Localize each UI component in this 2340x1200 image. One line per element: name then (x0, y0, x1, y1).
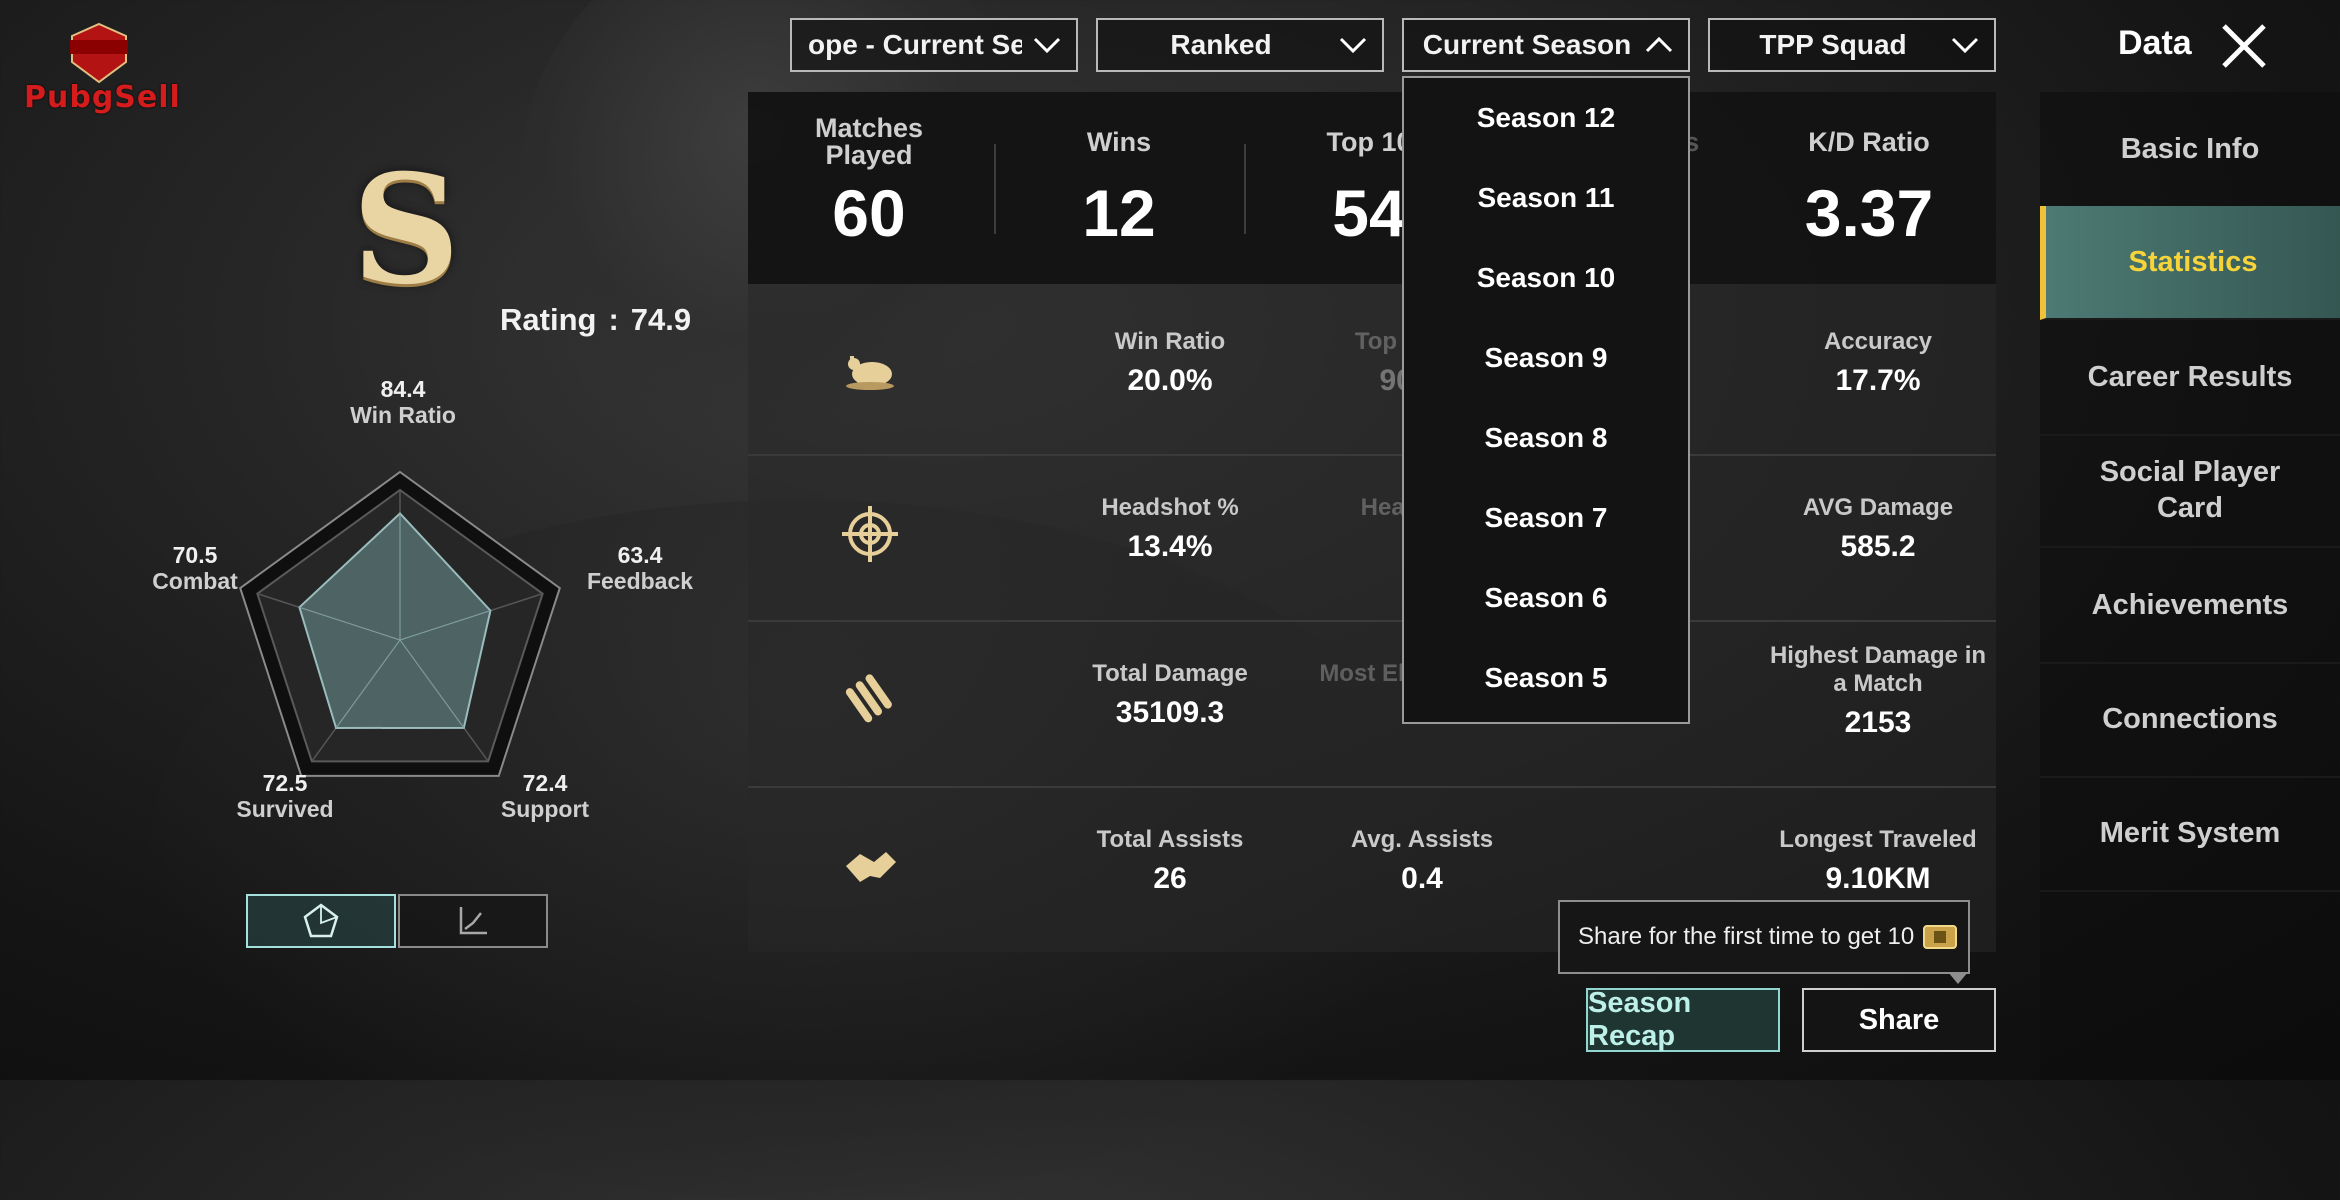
stat-wins: Wins 12 (1082, 126, 1156, 250)
squad-select-value: TPP Squad (1759, 29, 1907, 60)
rating: Rating:74.9 (500, 302, 691, 338)
divider (994, 144, 996, 234)
tooltip-pointer (1948, 972, 1968, 984)
rating-value: 74.9 (630, 302, 692, 337)
rating-separator: : (608, 302, 619, 337)
stat-headshot-percent: Headshot % 13.4% (1101, 494, 1239, 563)
stat-avg-assists: Avg. Assists 0.4 (1350, 826, 1494, 895)
line-chart-icon (459, 907, 487, 935)
season-option[interactable]: Season 7 (1404, 478, 1688, 558)
page-title: Data (2118, 24, 2192, 62)
stat-win-ratio: Win Ratio 20.0% (1114, 328, 1226, 397)
season-select-value: Current Season (1422, 29, 1632, 60)
nav-social-player-card[interactable]: Social Player Card (2040, 434, 2340, 548)
chevron-up-icon (1645, 36, 1673, 53)
chicken-icon (846, 356, 894, 390)
close-icon[interactable] (2218, 20, 2270, 72)
mode-select-value: ope - Current Ser (808, 29, 1022, 60)
trend-view-button[interactable] (398, 894, 548, 948)
tooltip-text: Share for the first time to get 10 (1578, 923, 1915, 950)
radar-view-button[interactable] (246, 894, 396, 948)
season-option[interactable]: Season 10 (1404, 238, 1688, 318)
stat-accuracy: Accuracy 17.7% (1823, 328, 1933, 397)
stat-row: Win Ratio20.0% Top 10 Rate90.0% Accuracy… (748, 288, 1996, 456)
share-button[interactable]: Share (1802, 988, 1996, 1052)
crosshair-icon (842, 506, 898, 562)
nav-basic-info[interactable]: Basic Info (2040, 92, 2340, 208)
nav-career-results[interactable]: Career Results (2040, 320, 2340, 436)
stat-kd-ratio: K/D Ratio 3.37 (1804, 126, 1934, 250)
nav-connections[interactable]: Connections (2040, 662, 2340, 778)
ammo-icon (845, 674, 892, 723)
stat-matches-played: Matches Played 60 (814, 113, 924, 250)
season-option[interactable]: Season 5 (1404, 638, 1688, 718)
season-option[interactable]: Season 9 (1404, 318, 1688, 398)
season-option[interactable]: Season 6 (1404, 558, 1688, 638)
radar-label-survived: 72.5 Survived (236, 770, 334, 822)
stat-longest-traveled: Longest Traveled 9.10KM (1779, 826, 1977, 895)
stat-total-damage: Total Damage 35109.3 (1092, 660, 1248, 729)
squad-select[interactable]: TPP Squad (1708, 18, 1996, 72)
season-select[interactable]: Current Season (1402, 18, 1690, 72)
radar-label-win-ratio: 84.4 Win Ratio (350, 376, 456, 428)
nav-achievements[interactable]: Achievements (2040, 548, 2340, 664)
brand-logo: PubgSell (24, 22, 180, 115)
stat-highest-damage: Highest Damage in a Match 2153 (1769, 642, 1987, 739)
radar-label-feedback: 63.4 Feedback (586, 542, 694, 594)
season-option[interactable]: Season 12 (1404, 78, 1688, 158)
stat-total-assists: Total Assists 26 (1096, 826, 1244, 895)
side-navigation: Basic Info Statistics Career Results Soc… (2040, 92, 2340, 1080)
brand-name: PubgSell (24, 80, 181, 115)
stat-row: Total Damage35109.3 Most Eliminations13 … (748, 620, 1996, 788)
currency-coupon-icon (1923, 925, 1958, 949)
season-dropdown-menu: Season 12 Season 11 Season 10 Season 9 S… (1402, 76, 1690, 724)
stat-avg-damage: AVG Damage 585.2 (1802, 494, 1954, 563)
nav-statistics[interactable]: Statistics (2040, 206, 2340, 320)
match-type-value: Ranked (1170, 29, 1272, 60)
stat-row: Headshot %13.4% Headshots27 AVG Damage58… (748, 454, 1996, 622)
nav-merit-system[interactable]: Merit System (2040, 776, 2340, 892)
match-type-select[interactable]: Ranked (1096, 18, 1384, 72)
handshake-icon (846, 852, 896, 882)
divider (1244, 144, 1246, 234)
chevron-down-icon (1339, 37, 1367, 54)
share-reward-tooltip: Share for the first time to get 10 (1558, 900, 1970, 974)
radar-view-toggle (246, 894, 548, 948)
mode-select[interactable]: ope - Current Ser (790, 18, 1078, 72)
stats-panel: Matches Played 60 Wins 12 Top 10 54 Elim… (748, 92, 1996, 952)
headline-stats: Matches Played 60 Wins 12 Top 10 54 Elim… (748, 92, 1996, 284)
radar-label-support: 72.4 Support (500, 770, 590, 822)
chevron-down-icon (1033, 37, 1061, 54)
tier-badge: S (351, 142, 461, 318)
radar-label-combat: 70.5 Combat (152, 542, 238, 594)
radar-chart: 84.4 Win Ratio 63.4 Feedback 72.4 Support 7… (150, 370, 710, 840)
brand-shield-icon (70, 22, 128, 84)
chevron-down-icon (1951, 37, 1979, 54)
season-recap-button[interactable]: Season Recap (1586, 987, 1780, 1052)
rating-label: Rating (500, 302, 597, 337)
season-option[interactable]: Season 11 (1404, 158, 1688, 238)
pentagon-icon (303, 903, 339, 938)
season-option[interactable]: Season 8 (1404, 398, 1688, 478)
